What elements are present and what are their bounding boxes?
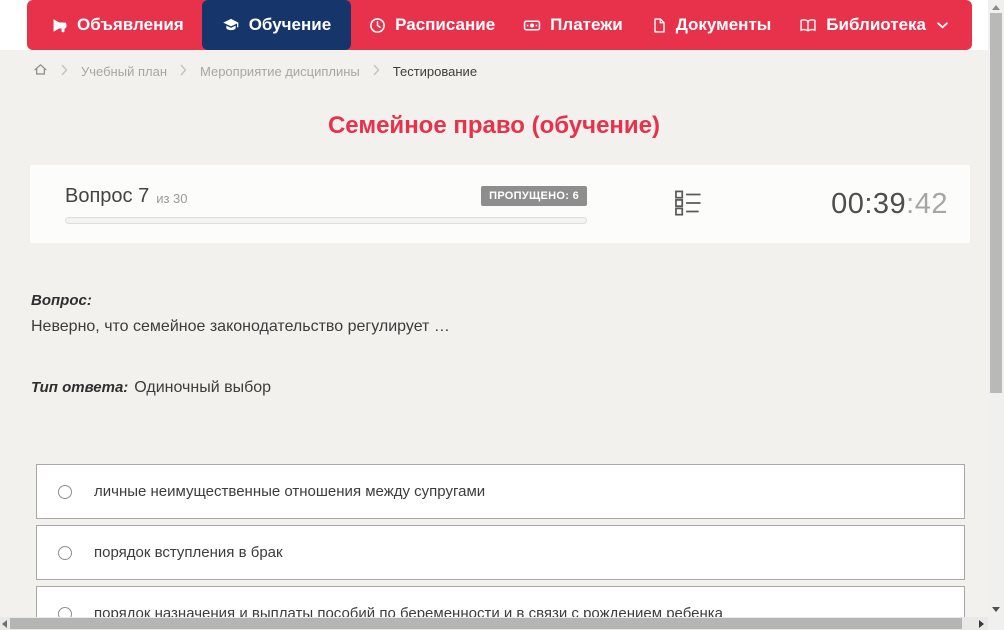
chevron-right-icon [61,64,68,79]
scroll-down-arrow-icon[interactable] [992,607,1000,612]
top-navigation: Объявления Обучение Расписание Платежи Д… [27,0,972,50]
scroll-up-arrow-icon[interactable] [992,5,1000,10]
megaphone-icon [51,17,68,34]
breadcrumb-item-testing: Тестирование [392,63,478,79]
timer-seconds: :42 [906,187,948,220]
question-list-icon [675,190,702,219]
chevron-right-icon [180,64,187,79]
breadcrumb: Учебный план Мероприятие дисциплины Тест… [33,62,477,80]
skipped-badge: ПРОПУЩЕНО: 6 [481,186,587,206]
vertical-scrollbar[interactable] [988,0,1004,617]
quiz-header-panel: Вопрос 7 из 30 ПРОПУЩЕНО: 6 00:39:42 [30,165,970,243]
nav-item-documents[interactable]: Документы [641,0,782,50]
question-area: Вопрос: Неверно, что семейное законодате… [31,292,951,397]
nav-item-label: Библиотека [826,15,926,34]
answer-option-2[interactable]: порядок вступления в брак [36,525,965,580]
banknote-icon [523,17,541,34]
chevron-right-icon [373,64,380,79]
answer-option-label: порядок вступления в брак [94,544,283,561]
chevron-down-icon [937,21,948,29]
scroll-right-arrow-icon[interactable] [979,620,984,628]
nav-item-schedule[interactable]: Расписание [359,0,505,50]
vertical-scrollbar-thumb[interactable] [990,13,1002,393]
open-book-icon [799,17,817,34]
nav-item-label: Объявления [77,15,184,34]
horizontal-scrollbar-thumb[interactable] [10,618,962,629]
nav-item-announcements[interactable]: Объявления [41,0,194,50]
home-icon[interactable] [33,62,48,80]
page-title: Семейное право (обучение) [327,112,661,139]
answer-type-value: Одиночный выбор [134,379,272,396]
document-icon [651,17,667,34]
nav-item-label: Обучение [248,15,332,34]
nav-item-library[interactable]: Библиотека [789,0,958,50]
page: Объявления Обучение Расписание Платежи Д… [0,0,1004,630]
nav-item-learning[interactable]: Обучение [201,0,352,50]
answer-options: личные неимущественные отношения между с… [36,464,965,630]
answer-type-row: Тип ответа: Одиночный выбор [31,379,951,397]
countdown-timer: 00:39:42 [831,188,948,221]
radio-button[interactable] [58,484,72,499]
nav-item-payments[interactable]: Платежи [513,0,633,50]
question-total: из 30 [156,190,188,206]
breadcrumb-item-discipline-event[interactable]: Мероприятие дисциплины [200,64,360,79]
question-progress-block: Вопрос 7 из 30 ПРОПУЩЕНО: 6 [65,185,587,224]
graduation-cap-icon [222,17,240,34]
progress-bar [65,216,587,224]
nav-item-label: Расписание [395,15,496,34]
answer-option-label: личные неимущественные отношения между с… [94,483,486,500]
horizontal-scrollbar[interactable] [0,617,1004,630]
answer-option-1[interactable]: личные неимущественные отношения между с… [36,464,965,519]
scroll-left-arrow-icon[interactable] [2,620,7,628]
answer-type-label: Тип ответа: [31,379,129,396]
question-label: Вопрос: [31,292,92,309]
clock-icon [369,17,386,34]
question-number: Вопрос 7 [65,184,150,207]
nav-item-label: Документы [675,15,772,34]
question-text: Неверно, что семейное законодательство р… [31,318,450,335]
scrollbar-corner [988,617,1004,630]
radio-button[interactable] [58,545,72,560]
timer-hours-minutes: 00:39 [831,187,907,220]
nav-item-label: Платежи [550,15,623,34]
question-list-button[interactable] [675,190,702,219]
breadcrumb-item-curriculum[interactable]: Учебный план [81,64,167,79]
